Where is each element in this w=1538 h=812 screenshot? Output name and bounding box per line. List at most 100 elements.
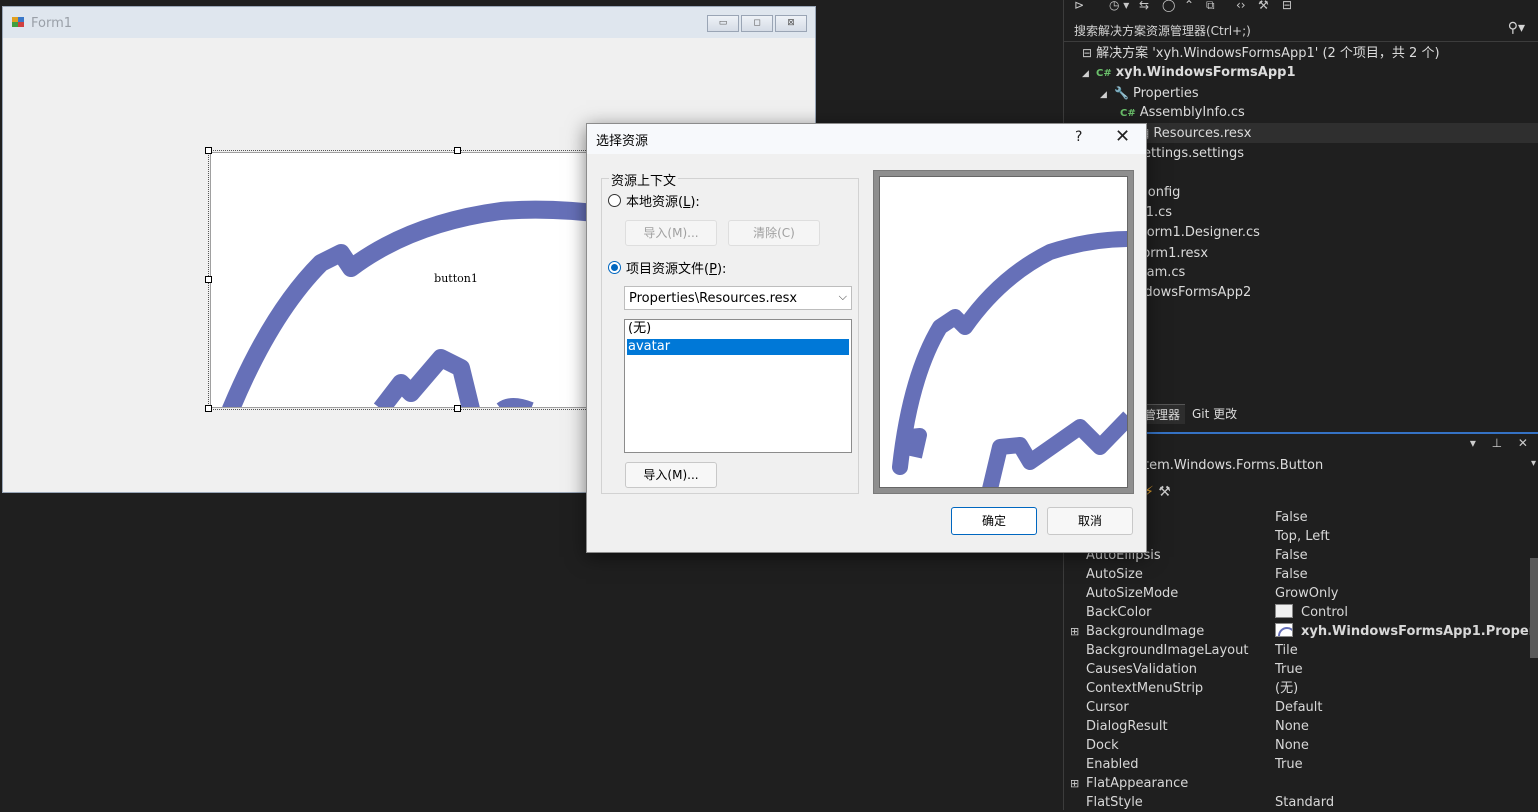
property-row[interactable]: Cursor Default [1064,698,1538,717]
property-value[interactable]: (无) [1275,679,1298,698]
resource-file-value: Properties\Resources.resx [629,291,798,306]
form-title: Form1 [31,16,73,31]
resource-list[interactable]: (无) avatar [624,319,852,453]
property-name: FlatAppearance [1086,776,1189,791]
property-name: ContextMenuStrip [1086,681,1204,696]
panel-pin-icons[interactable]: ▾ ⊥ ✕ [1470,436,1534,450]
chevron-down-icon[interactable]: ⌵ [839,290,847,304]
property-row[interactable]: AutoSizeMode GrowOnly [1064,584,1538,603]
events-icon[interactable]: ⚡ ⚒ [1144,484,1171,500]
property-value-text: Top, Left [1275,529,1330,544]
property-row[interactable]: FlatStyle Standard [1064,793,1538,812]
history-icon[interactable]: ◷ ▾ [1109,0,1129,12]
resize-handle[interactable] [205,405,212,412]
property-value[interactable]: xyh.WindowsFormsApp1.Properties.R [1275,622,1538,641]
resource-file-dropdown[interactable]: Properties\Resources.resx ⌵ [624,286,852,310]
code-icon[interactable]: ‹› [1236,0,1246,12]
property-name: FlatStyle [1086,795,1143,810]
property-value[interactable]: Default [1275,698,1323,717]
solution-icon: ⊟ [1082,46,1093,60]
expand-plus-icon[interactable]: ⊞ [1070,622,1079,641]
close-button[interactable]: ⊠ [775,15,807,32]
preview-image [879,176,1128,488]
expand-plus-icon[interactable]: ⊞ [1070,774,1079,793]
refresh-icon[interactable]: ◯ [1162,0,1175,12]
tree-item-label: xyh.WindowsFormsApp1 [1115,65,1296,80]
properties-scrollbar[interactable] [1530,558,1538,658]
property-value[interactable]: None [1275,717,1309,736]
dialog-close-button[interactable]: ✕ [1115,126,1130,147]
project-resource-radio[interactable] [608,261,621,274]
property-row[interactable]: CausesValidation True [1064,660,1538,679]
property-value[interactable]: GrowOnly [1275,584,1339,603]
properties-object-selector[interactable]: tem.Windows.Forms.Button [1144,458,1323,473]
property-value[interactable]: False [1275,546,1308,565]
property-value-text: None [1275,738,1309,753]
solution-explorer-toolbar: ⊳ ◷ ▾ ⇆ ◯ ⌃ ⧉ ‹› ⚒ ⊟ [1064,0,1538,16]
import-project-button[interactable]: 导入(M)... [625,462,717,488]
solution-search-box[interactable]: 搜索解决方案资源管理器(Ctrl+;) ⚲▾ [1064,18,1538,42]
tree-item-label: Properties [1132,86,1199,101]
property-row[interactable]: Dock None [1064,736,1538,755]
sync-icon[interactable]: ⇆ [1139,0,1149,12]
project-resource-label[interactable]: 项目资源文件(P): [626,258,726,277]
cancel-button[interactable]: 取消 [1047,507,1133,535]
property-value-text: None [1275,719,1309,734]
tree-item[interactable]: ⊟ 解决方案 'xyh.WindowsFormsApp1' (2 个项目，共 2 … [1082,43,1440,63]
tree-item-label: Form1.Designer.cs [1139,225,1260,240]
resize-handle[interactable] [454,405,461,412]
preview-icon[interactable]: ⊟ [1282,0,1292,12]
local-resource-label[interactable]: 本地资源(L): [626,191,700,210]
tree-item[interactable]: C# AssemblyInfo.cs [1120,103,1245,123]
property-value[interactable]: None [1275,736,1309,755]
property-pages-icon[interactable]: ⚒ [1158,484,1171,500]
property-value-text: Tile [1275,643,1298,658]
property-name: Cursor [1086,700,1129,715]
csharp-project-icon: C# [1096,68,1112,79]
property-row[interactable]: ContextMenuStrip (无) [1064,679,1538,698]
property-value[interactable]: Top, Left [1275,527,1330,546]
property-value[interactable]: False [1275,565,1308,584]
property-row[interactable]: Enabled True [1064,755,1538,774]
property-value[interactable]: True [1275,660,1303,679]
form-icon [12,17,25,28]
resize-handle[interactable] [205,147,212,154]
property-row[interactable]: BackColor Control [1064,603,1538,622]
property-value-text: (无) [1275,681,1299,696]
copy-icon[interactable]: ⧉ [1206,0,1215,13]
tab-git-changes[interactable]: Git 更改 [1187,404,1242,424]
tree-item[interactable]: ◢ 🔧 Properties [1100,83,1199,103]
property-row[interactable]: ⊞ BackgroundImage xyh.WindowsFormsApp1.Pro… [1064,622,1538,641]
resource-list-item[interactable]: avatar [627,339,849,355]
import-local-button[interactable]: 导入(M)... [625,220,717,246]
tree-item[interactable]: ◢ C# xyh.WindowsFormsApp1 [1082,63,1296,83]
collapse-icon[interactable]: ⌃ [1184,0,1194,12]
property-value[interactable]: Standard [1275,793,1334,812]
wrench-toolbar-icon[interactable]: ⚒ [1258,0,1269,12]
property-row[interactable]: AutoSize False [1064,565,1538,584]
chevron-down-icon[interactable]: ▾ [1531,458,1536,469]
expand-arrow-icon[interactable]: ◢ [1100,85,1114,105]
property-value-text: False [1275,510,1308,525]
property-value[interactable]: True [1275,755,1303,774]
property-value[interactable]: Tile [1275,641,1298,660]
local-resource-radio[interactable] [608,194,621,207]
property-value[interactable]: False [1275,508,1308,527]
minimize-button[interactable]: ▭ [707,15,739,32]
maximize-button[interactable]: ◻ [741,15,773,32]
resource-list-item[interactable]: (无) [627,321,849,337]
property-value[interactable]: Control [1275,603,1348,622]
resize-handle[interactable] [205,276,212,283]
expand-arrow-icon[interactable]: ◢ [1082,64,1096,84]
image-thumbnail-icon [1275,623,1293,637]
property-row[interactable]: ⊞ FlatAppearance [1064,774,1538,793]
vs-icon[interactable]: ⊳ [1074,0,1084,12]
property-row[interactable]: DialogResult None [1064,717,1538,736]
help-button[interactable]: ? [1075,129,1082,145]
search-icon[interactable]: ⚲▾ [1508,20,1525,36]
resize-handle[interactable] [454,147,461,154]
ok-button[interactable]: 确定 [951,507,1037,535]
property-value-text: Control [1301,605,1348,620]
clear-button[interactable]: 清除(C) [728,220,820,246]
property-row[interactable]: BackgroundImageLayout Tile [1064,641,1538,660]
